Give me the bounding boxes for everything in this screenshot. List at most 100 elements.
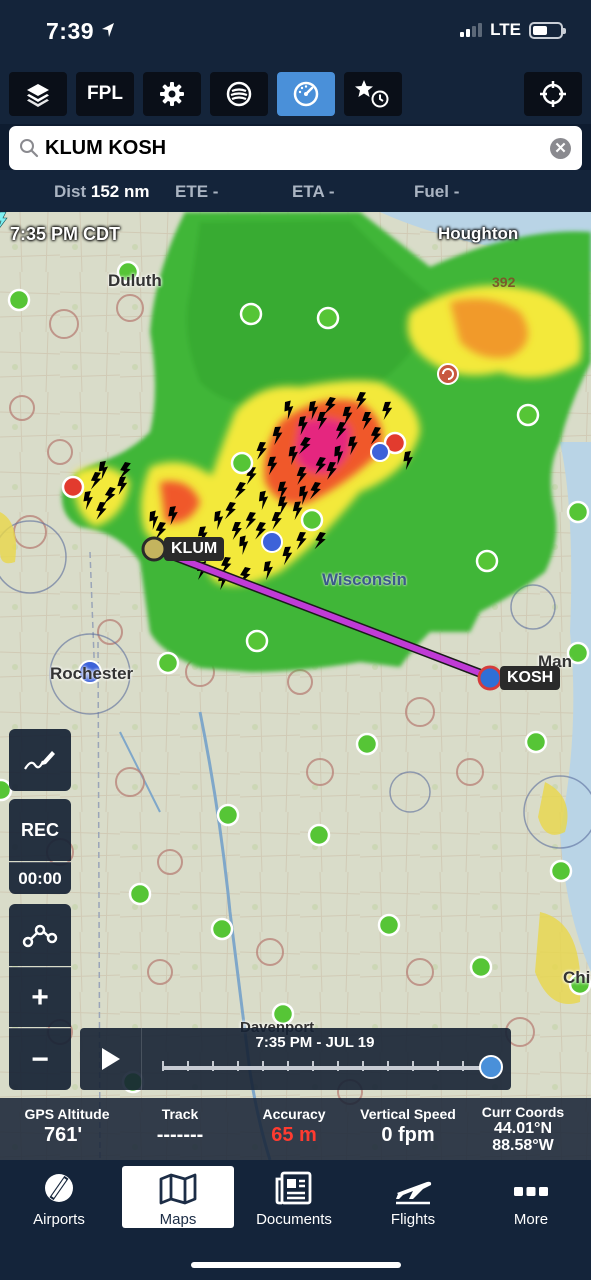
plane-icon <box>396 1181 432 1205</box>
fpl-button[interactable]: FPL <box>76 72 134 116</box>
accuracy[interactable]: Accuracy 65 m <box>254 1106 334 1147</box>
timeline-tick <box>412 1061 414 1071</box>
instrument-strip: GPS Altitude 761' Track ------- Accuracy… <box>0 1098 591 1160</box>
timeline-tick <box>362 1061 364 1071</box>
timeline-tick <box>187 1061 189 1071</box>
gauge-icon <box>293 81 319 107</box>
radar-timeline: 7:35 PM - JUL 19 <box>80 1028 511 1090</box>
coords-lon: 88.58°W <box>492 1137 554 1154</box>
airport-marker[interactable] <box>216 803 240 827</box>
search-icon <box>20 139 39 158</box>
weather-icon <box>226 81 252 107</box>
route-search-field[interactable]: KLUM KOSH ✕ <box>9 126 582 170</box>
gear-icon <box>160 82 184 106</box>
tab-maps[interactable]: Maps <box>122 1166 234 1228</box>
record-button[interactable]: REC <box>9 799 71 861</box>
ete-stat: ETE - <box>175 182 219 201</box>
timeline-tick <box>437 1061 439 1071</box>
airport-marker[interactable] <box>475 549 499 573</box>
airport-marker[interactable] <box>239 302 263 326</box>
tab-flights[interactable]: Flights <box>357 1166 469 1228</box>
route-edit-button[interactable] <box>9 904 71 966</box>
signal-icon <box>460 23 483 37</box>
airport-marker[interactable] <box>516 403 540 427</box>
track-value: ------- <box>156 1124 204 1146</box>
airport-marker[interactable] <box>128 882 152 906</box>
tab-more[interactable]: More <box>475 1166 587 1228</box>
more-icon <box>514 1187 548 1196</box>
gps-altitude[interactable]: GPS Altitude 761' <box>22 1106 112 1147</box>
eta-stat: ETA - <box>292 182 335 201</box>
status-indicators: LTE <box>460 20 566 40</box>
airport-marker[interactable] <box>566 500 590 524</box>
timeline-tick <box>162 1061 164 1071</box>
airport-marker[interactable] <box>307 823 331 847</box>
crosshair-icon <box>540 81 566 107</box>
timeline-tick <box>262 1061 264 1071</box>
timeline-tick <box>387 1061 389 1071</box>
clear-icon[interactable]: ✕ <box>550 137 571 159</box>
toolbar: FPL <box>0 64 591 124</box>
destination-label[interactable]: KOSH <box>500 666 561 690</box>
timeline-knob[interactable] <box>479 1055 503 1079</box>
altitude-marker: 392 <box>492 274 516 290</box>
airport-marker[interactable] <box>156 651 180 675</box>
current-coords[interactable]: Curr Coords 44.01°N 88.58°W <box>478 1104 568 1154</box>
track[interactable]: Track ------- <box>140 1106 220 1147</box>
airport-marker[interactable] <box>245 629 269 653</box>
status-time: 7:39 <box>46 18 95 44</box>
place-rochester: Rochester <box>50 664 134 683</box>
airport-marker[interactable] <box>377 913 401 937</box>
place-duluth: Duluth <box>108 271 162 290</box>
distance-stat: Dist 152 nm <box>54 182 150 201</box>
location-arrow-icon <box>102 23 114 37</box>
airport-marker[interactable] <box>355 732 379 756</box>
airport-marker[interactable] <box>230 451 254 475</box>
distance-value: 152 nm <box>90 182 150 201</box>
airport-marker[interactable] <box>549 859 573 883</box>
tab-documents[interactable]: Documents <box>238 1166 350 1228</box>
fuel-stat: Fuel - <box>414 182 460 201</box>
vertical-speed-value: 0 fpm <box>381 1124 435 1146</box>
battery-icon <box>529 21 566 39</box>
documents-icon <box>275 1171 312 1205</box>
gps-altitude-value: 761' <box>44 1124 83 1146</box>
layers-button[interactable] <box>9 72 67 116</box>
airport-marker[interactable] <box>316 306 340 330</box>
gauge-button[interactable] <box>277 72 335 116</box>
airport-marker[interactable] <box>469 955 493 979</box>
zoom-out-button[interactable]: − <box>9 1028 71 1090</box>
airport-marker[interactable] <box>210 917 234 941</box>
sectional-map[interactable]: 7:35 PM CDT Houghton Duluth 392 Wisconsi… <box>0 212 591 1160</box>
record-timer: 00:00 <box>9 862 71 894</box>
accuracy-value: 65 m <box>271 1124 317 1146</box>
departure-marker[interactable] <box>141 536 167 562</box>
route-stats: Dist 152 nm ETE - ETA - Fuel - <box>0 170 591 212</box>
layers-icon <box>27 84 49 107</box>
airports-icon <box>45 1174 73 1202</box>
draw-button[interactable] <box>9 729 71 791</box>
map-icon <box>159 1173 197 1205</box>
weather-button[interactable] <box>210 72 268 116</box>
airport-marker-ifr[interactable] <box>61 475 85 499</box>
airport-marker[interactable] <box>7 288 31 312</box>
pencil-icon <box>24 751 55 770</box>
airport-marker[interactable] <box>300 508 324 532</box>
network-label: LTE <box>490 20 521 39</box>
search-input-value[interactable]: KLUM KOSH <box>45 137 550 160</box>
favorites-button[interactable] <box>344 72 402 116</box>
zoom-in-button[interactable]: + <box>9 967 71 1027</box>
fuel-value: - <box>453 182 460 201</box>
center-position-button[interactable] <box>524 72 582 116</box>
tab-airports[interactable]: Airports <box>3 1166 115 1228</box>
airport-marker[interactable] <box>524 730 548 754</box>
star-clock-icon <box>355 80 389 108</box>
play-button[interactable] <box>80 1028 142 1090</box>
vertical-speed[interactable]: Vertical Speed 0 fpm <box>356 1106 460 1147</box>
timeline-tick <box>237 1061 239 1071</box>
radar-timestamp: 7:35 PM CDT <box>10 224 121 244</box>
timeline-slider[interactable] <box>162 1061 492 1071</box>
departure-label[interactable]: KLUM <box>164 537 225 561</box>
destination-marker[interactable] <box>477 665 503 691</box>
settings-button[interactable] <box>143 72 201 116</box>
